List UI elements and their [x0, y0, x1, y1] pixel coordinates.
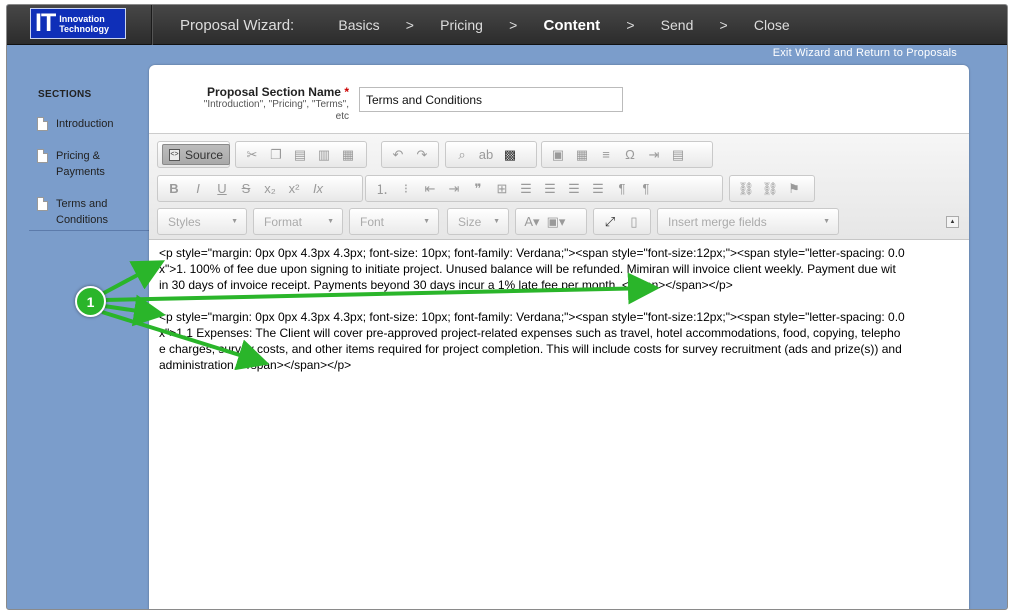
- annotation-arrow: [101, 310, 270, 371]
- annotation-arrow: [103, 272, 660, 305]
- annotation-arrows: [101, 260, 660, 371]
- annotation-arrow: [103, 294, 166, 327]
- annotation-arrow: [101, 260, 166, 296]
- callout-badge: 1: [75, 286, 106, 317]
